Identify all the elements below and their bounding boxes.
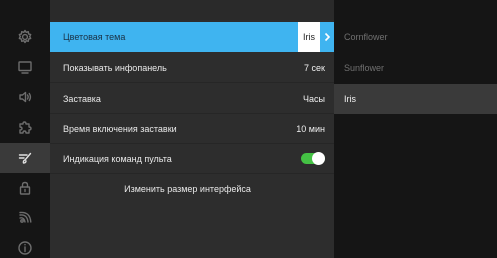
setting-remote-indication-label: Индикация команд пульта [63,153,172,164]
theme-option-label: Sunflower [344,63,385,73]
brush-icon [18,152,32,164]
theme-option-iris[interactable]: Iris [334,84,497,114]
theme-value-chip: Iris [298,22,320,52]
setting-screensaver-label: Заставка [63,93,101,104]
setting-infobar-value: 7 сек [304,62,325,73]
toggle-knob [312,152,325,165]
theme-option-sunflower[interactable]: Sunflower [334,53,497,83]
sidebar-item-network[interactable] [0,203,50,233]
settings-panel: Цветовая тема Iris Показывать инфопанель… [50,0,334,258]
puzzle-icon [19,121,32,134]
sidebar-item-appearance[interactable] [0,143,50,173]
setting-color-theme-value[interactable]: Iris [298,22,334,52]
sidebar-item-display[interactable] [0,52,50,82]
chevron-right-icon [320,22,334,52]
setting-screensaver-value: Часы [303,93,325,104]
setting-infobar[interactable]: Показывать инфопанель 7 сек [50,53,334,83]
lock-icon [19,181,31,195]
theme-options-panel: Cornflower Sunflower Iris [334,0,497,258]
info-icon [18,241,32,255]
setting-screensaver[interactable]: Заставка Часы [50,84,334,114]
resize-interface-label: Изменить размер интерфейса [124,184,251,194]
monitor-icon [18,61,32,74]
signal-icon [19,211,32,223]
theme-option-cornflower[interactable]: Cornflower [334,22,497,52]
sidebar-item-apps[interactable] [0,112,50,142]
theme-option-label: Iris [344,94,356,104]
setting-screensaver-time-label: Время включения заставки [63,123,177,134]
sidebar-item-security[interactable] [0,173,50,203]
setting-screensaver-time[interactable]: Время включения заставки 10 мин [50,114,334,144]
sidebar-item-sound[interactable] [0,82,50,112]
sidebar [0,0,50,258]
setting-color-theme[interactable]: Цветовая тема Iris [50,22,334,52]
speaker-icon [19,91,32,103]
setting-remote-indication[interactable]: Индикация команд пульта [50,144,334,174]
remote-indication-toggle[interactable] [301,152,325,165]
setting-infobar-label: Показывать инфопанель [63,62,167,73]
setting-color-theme-label: Цветовая тема [63,32,126,42]
resize-interface-button[interactable]: Изменить размер интерфейса [50,174,334,204]
panel-header-strip [50,0,334,20]
setting-screensaver-time-value: 10 мин [296,123,325,134]
theme-option-label: Cornflower [344,32,388,42]
sidebar-item-settings[interactable] [0,22,50,52]
gear-icon [18,29,32,44]
sidebar-item-info[interactable] [0,233,50,258]
